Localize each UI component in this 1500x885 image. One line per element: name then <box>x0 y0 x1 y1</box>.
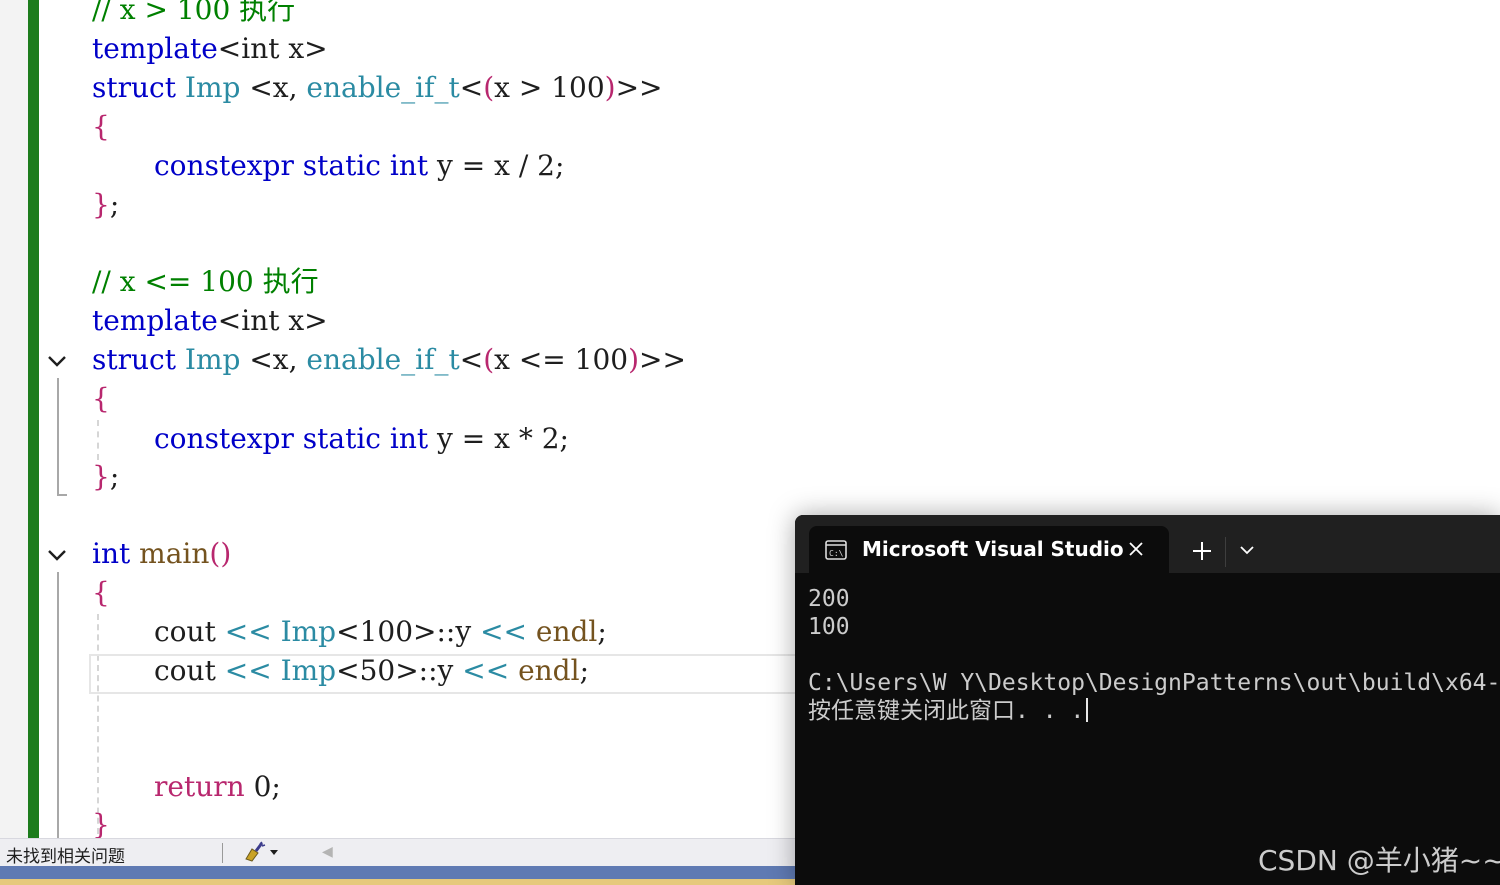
console-tab-title: Microsoft Visual Studio <box>862 537 1124 561</box>
outline-guide <box>57 378 59 496</box>
code-line: constexpr static int y = x / 2; <box>154 149 565 182</box>
collapse-chevron-icon[interactable] <box>46 544 68 566</box>
svg-text:C:\: C:\ <box>829 549 844 558</box>
code-comment: // x <= 100 执行 <box>92 265 319 298</box>
code-brace: { <box>92 382 110 415</box>
console-output-prompt: 按任意键关闭此窗口. . . <box>808 697 1089 725</box>
code-cleanup-icon[interactable] <box>242 841 282 863</box>
code-line: cout << Imp<100>::y << endl; <box>154 615 607 648</box>
text-cursor <box>1086 698 1089 722</box>
indent-guide <box>97 614 99 834</box>
console-output-path: C:\Users\W Y\Desktop\DesignPatterns\out\… <box>808 670 1500 696</box>
console-title-bar: C:\ Microsoft Visual Studio <box>795 515 1500 574</box>
chevron-down-icon[interactable] <box>1239 543 1255 557</box>
change-indicator-bar <box>28 0 39 838</box>
watermark: CSDN @羊小猪~~ <box>1258 844 1500 877</box>
code-brace: }; <box>92 188 120 221</box>
indent-guide <box>97 420 99 460</box>
console-tab[interactable]: C:\ Microsoft Visual Studio <box>809 526 1169 574</box>
scroll-left-icon[interactable]: ◀ <box>322 844 334 860</box>
code-line: struct Imp <x, enable_if_t<(x > 100)>> <box>92 71 663 104</box>
editor-status-bar: 未找到相关问题 ◀ <box>0 838 800 867</box>
code-line-current: cout << Imp<50>::y << endl; <box>154 654 589 687</box>
code-comment: // x > 100 执行 <box>92 0 296 26</box>
collapse-chevron-icon[interactable] <box>46 350 68 372</box>
console-window[interactable]: C:\ Microsoft Visual Studio 200 100 C:\U… <box>795 515 1500 885</box>
outline-guide <box>57 572 59 838</box>
code-brace: { <box>92 576 110 609</box>
taskbar-edge <box>0 879 800 885</box>
code-line: template<int x> <box>92 32 328 65</box>
outline-guide-end <box>57 494 67 496</box>
close-icon[interactable] <box>1127 540 1145 558</box>
console-output-line: 100 <box>808 614 850 640</box>
code-brace: } <box>92 808 110 838</box>
editor-gutter <box>0 0 28 838</box>
code-line: template<int x> <box>92 304 328 337</box>
console-output-line: 200 <box>808 586 850 612</box>
code-line: int main() <box>92 537 232 570</box>
code-brace: }; <box>92 460 120 493</box>
code-line: struct Imp <x, enable_if_t<(x <= 100)>> <box>92 343 686 376</box>
code-line: return 0; <box>154 770 281 803</box>
issues-status[interactable]: 未找到相关问题 <box>6 842 125 867</box>
code-line: constexpr static int y = x * 2; <box>154 422 569 455</box>
title-separator <box>1225 537 1226 567</box>
console-icon: C:\ <box>825 540 847 560</box>
plus-icon[interactable] <box>1191 540 1213 562</box>
code-brace: { <box>92 110 110 143</box>
status-separator <box>222 843 223 863</box>
